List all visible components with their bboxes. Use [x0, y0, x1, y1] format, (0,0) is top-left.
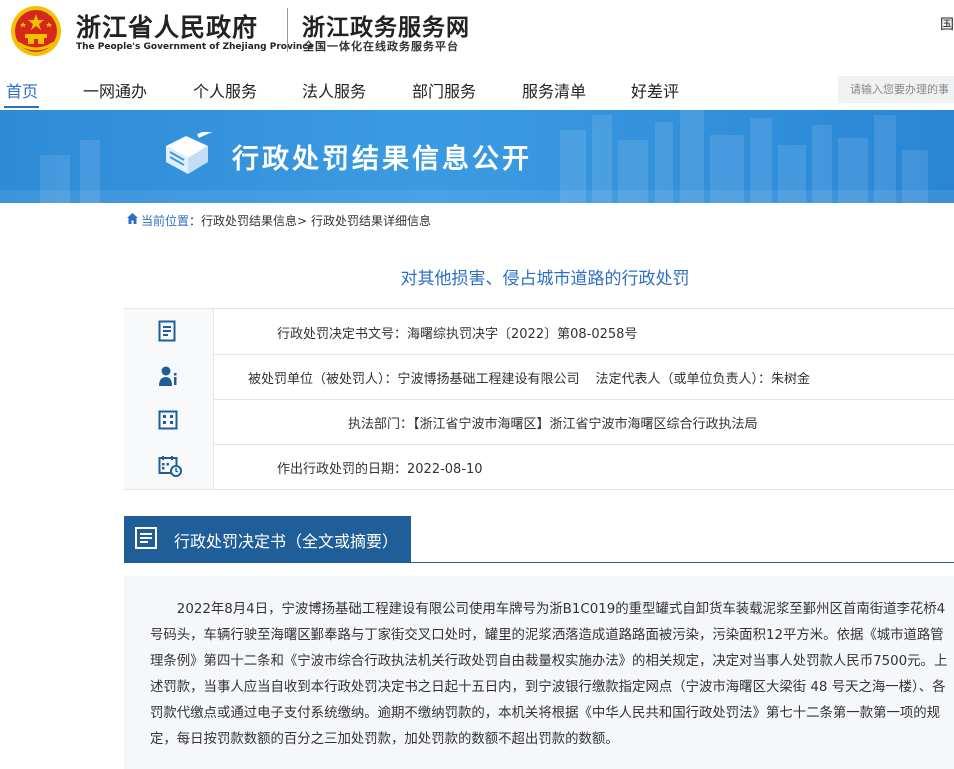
book-pen-icon: [166, 132, 213, 174]
info-row-doc-number: 行政处罚决定书文号：海曙综执罚决字〔2022〕第08-0258号: [124, 309, 954, 355]
info-row-department: 执法部门：【浙江省宁波市海曙区】浙江省宁波市海曙区综合行政执法局: [124, 399, 954, 445]
breadcrumb-current-label[interactable]: 当前位置: [141, 214, 189, 228]
date-value: 2022-08-10: [407, 462, 483, 477]
department-text: 执法部门：【浙江省宁波市海曙区】浙江省宁波市海曙区综合行政执法局: [348, 413, 758, 432]
info-icon-cell: [124, 309, 214, 354]
portal-subtitle: 全国一体化在线政务服务平台: [303, 40, 459, 53]
section-tab: 行政处罚决定书（全文或摘要）: [124, 516, 411, 562]
banner-title: 行政处罚结果信息公开: [232, 144, 532, 175]
decision-document: 2022年8月4日，宁波博扬基础工程建设有限公司使用车牌号为浙B1C019的重型…: [124, 576, 954, 769]
site-header: 浙江省人民政府 The People's Government of Zheji…: [0, 0, 954, 66]
gov-name-cn[interactable]: 浙江省人民政府: [76, 8, 258, 44]
doc-number-value: 海曙综执罚决字〔2022〕第08-0258号: [407, 327, 638, 342]
decision-text: 2022年8月4日，宁波博扬基础工程建设有限公司使用车牌号为浙B1C019的重型…: [150, 602, 948, 747]
search-input[interactable]: [838, 76, 954, 103]
nav-item-personal[interactable]: 个人服务: [193, 78, 257, 102]
department-label: 执法部门：: [348, 417, 414, 432]
breadcrumb-arrow: >: [297, 214, 308, 228]
building-icon: [158, 410, 178, 430]
main-nav: 首页 一网通办 个人服务 法人服务 部门服务 服务清单 好差评: [0, 66, 954, 110]
nav-item-corporate[interactable]: 法人服务: [302, 78, 366, 102]
party-text: 被处罚单位（被处罚人）：宁波博扬基础工程建设有限公司 法定代表人（或单位负责人）：…: [248, 368, 810, 387]
notes-icon: [135, 527, 157, 549]
breadcrumb-colon: ：: [189, 214, 202, 228]
doc-number-label: 行政处罚决定书文号：: [277, 327, 408, 342]
section-title: 行政处罚决定书（全文或摘要）: [174, 532, 399, 551]
party-label: 被处罚单位（被处罚人）：: [248, 372, 398, 387]
info-icon-cell: [124, 354, 214, 399]
breadcrumb: 当前位置：行政处罚结果信息> 行政处罚结果详细信息: [141, 212, 431, 229]
person-icon: [159, 366, 177, 386]
breadcrumb-item-results[interactable]: 行政处罚结果信息: [201, 214, 297, 228]
party-value: 宁波博扬基础工程建设有限公司: [397, 372, 580, 387]
info-row-party: 被处罚单位（被处罚人）：宁波博扬基础工程建设有限公司 法定代表人（或单位负责人）：…: [124, 354, 954, 400]
page-title: 对其他损害、侵占城市道路的行政处罚: [400, 269, 690, 289]
nav-active-indicator: [4, 106, 39, 108]
gov-name-en[interactable]: The People's Government of Zhejiang Prov…: [76, 42, 314, 52]
info-table: 行政处罚决定书文号：海曙综执罚决字〔2022〕第08-0258号 被处罚单位（被…: [124, 308, 954, 490]
nav-item-service-list[interactable]: 服务清单: [522, 78, 586, 102]
portal-name[interactable]: 浙江政务服务网: [302, 8, 470, 42]
nav-item-department[interactable]: 部门服务: [412, 78, 476, 102]
calendar-icon: [158, 456, 182, 477]
breadcrumb-item-detail: 行政处罚结果详细信息: [310, 214, 431, 228]
section-header: 行政处罚决定书（全文或摘要）: [124, 516, 954, 563]
home-icon: [127, 213, 138, 224]
representative-value: 朱树金: [771, 372, 811, 387]
top-right-link[interactable]: 国: [940, 14, 954, 34]
info-row-date: 作出行政处罚的日期：2022-08-10: [124, 444, 954, 490]
date-label: 作出行政处罚的日期：: [277, 462, 408, 477]
nav-item-rating[interactable]: 好差评: [631, 78, 679, 102]
nav-item-home[interactable]: 首页: [6, 78, 38, 102]
info-icon-cell: [124, 444, 214, 489]
doc-number-text: 行政处罚决定书文号：海曙综执罚决字〔2022〕第08-0258号: [277, 323, 637, 342]
info-icon-cell: [124, 399, 214, 444]
date-text: 作出行政处罚的日期：2022-08-10: [277, 458, 483, 477]
department-value: 【浙江省宁波市海曙区】浙江省宁波市海曙区综合行政执法局: [413, 417, 758, 432]
representative-label: 法定代表人（或单位负责人）：: [595, 372, 772, 387]
document-icon: [158, 320, 176, 342]
header-divider: [287, 8, 288, 52]
national-emblem-icon: [11, 6, 61, 56]
page-banner: 行政处罚结果信息公开: [0, 110, 954, 203]
nav-item-one-stop[interactable]: 一网通办: [83, 78, 147, 102]
